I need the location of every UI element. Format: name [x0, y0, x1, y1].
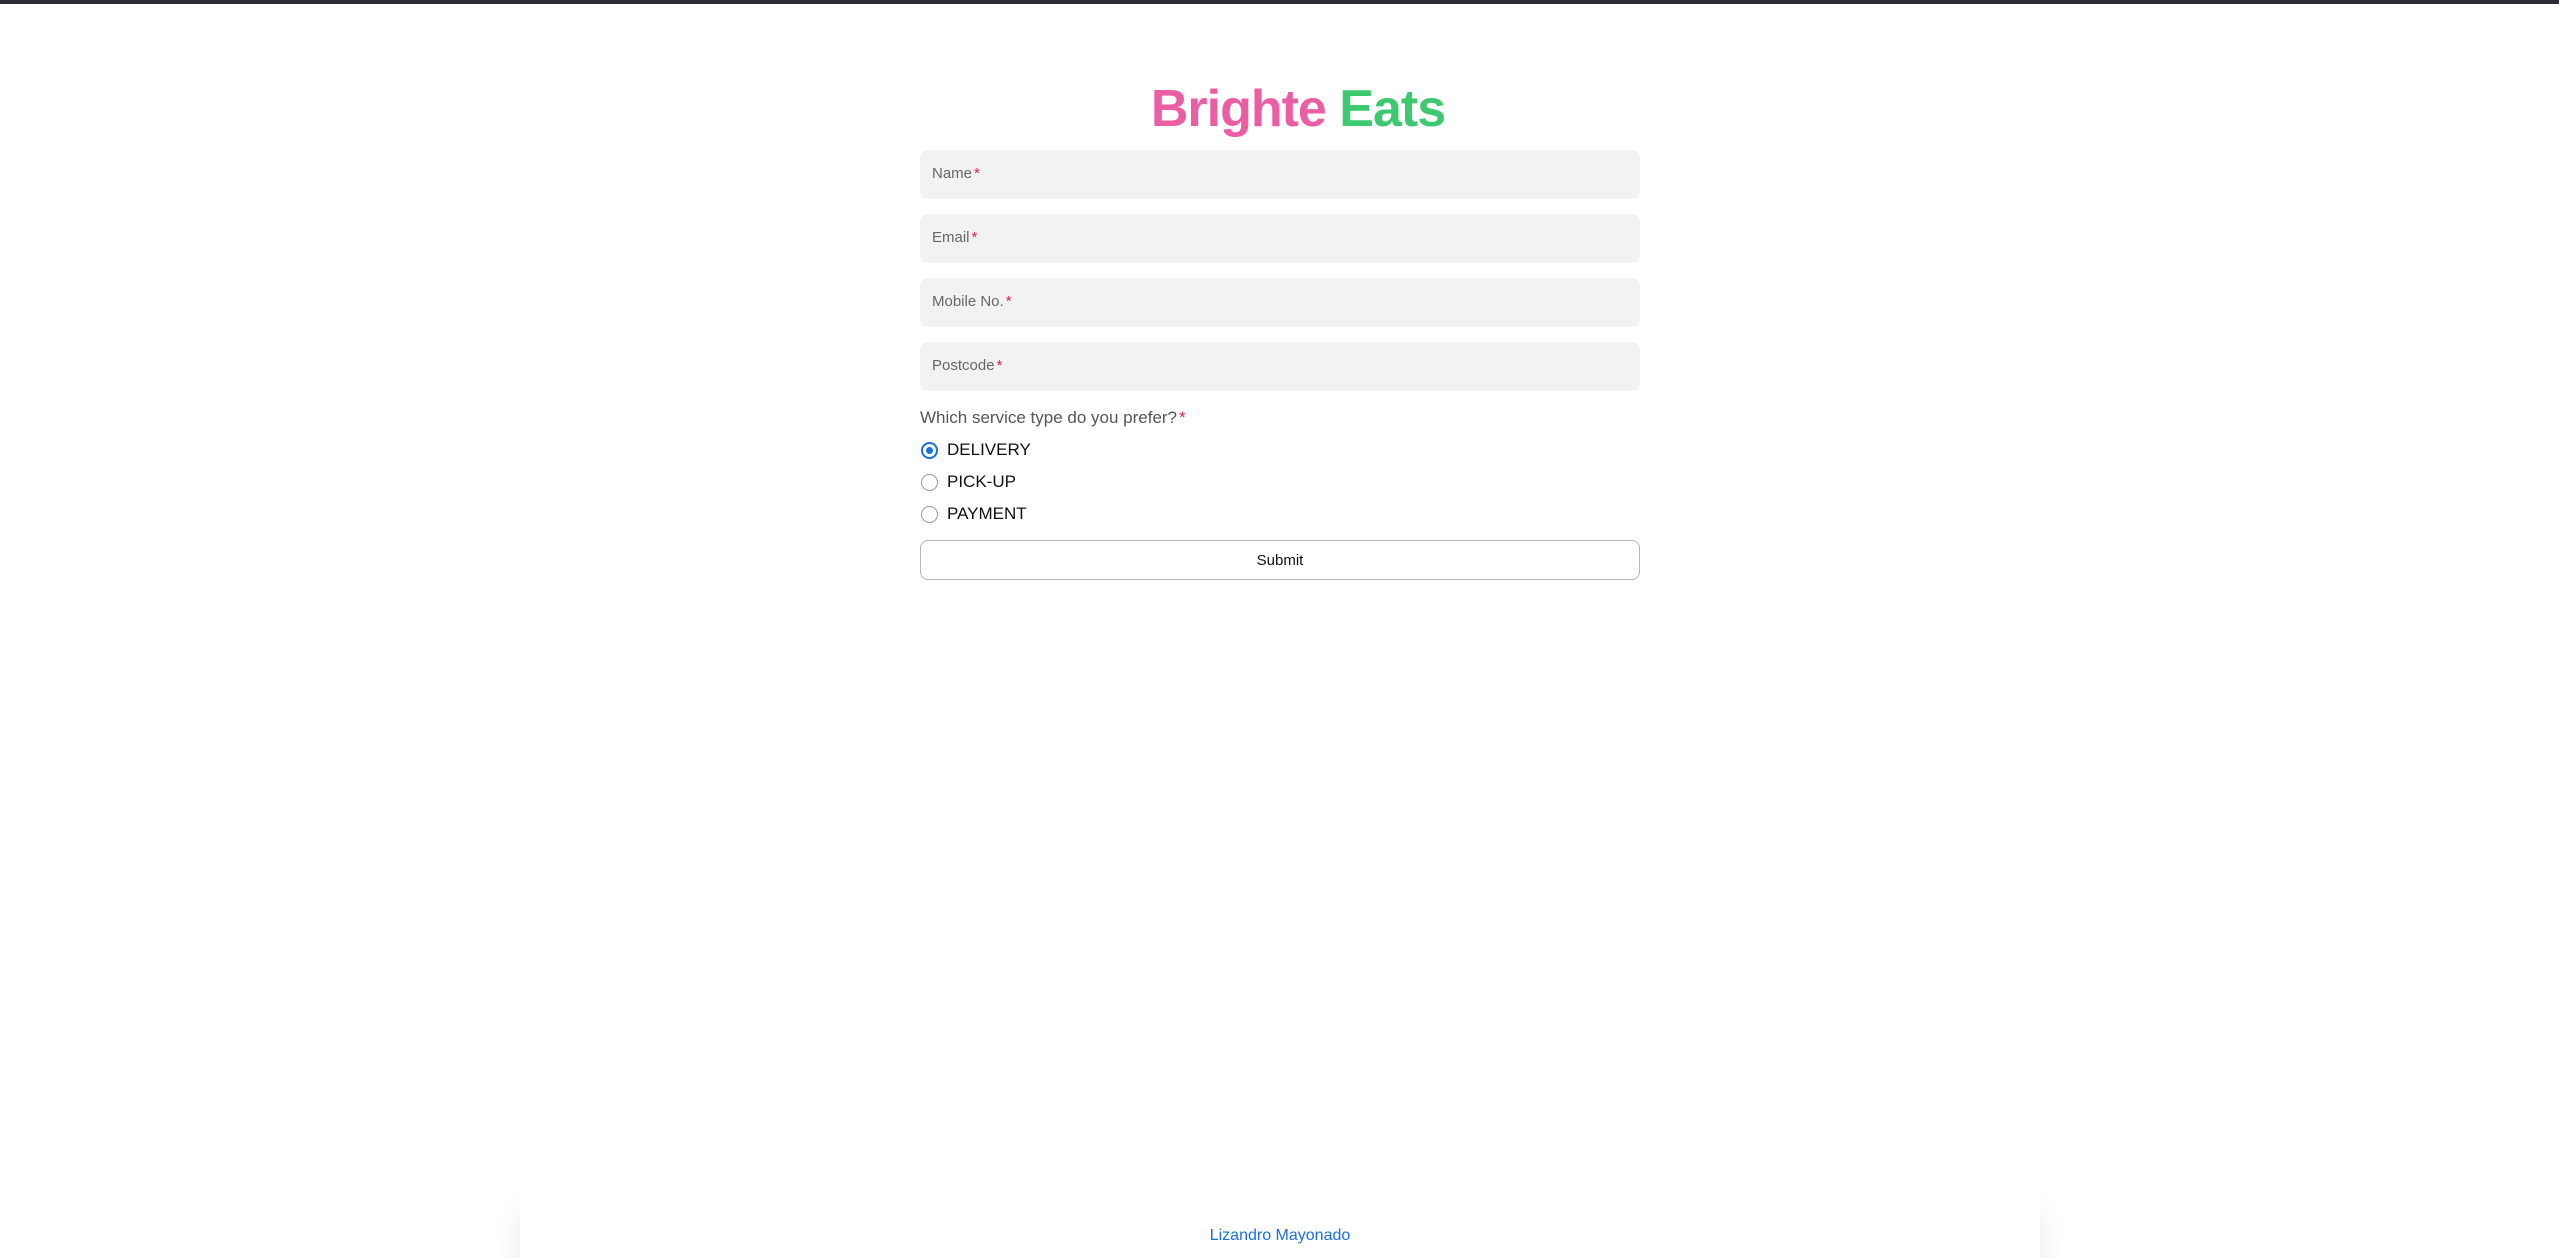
name-input[interactable]	[920, 150, 1644, 201]
radio-label-payment: PAYMENT	[947, 504, 1027, 523]
author-link[interactable]: Lizandro Mayonado	[520, 1227, 2040, 1245]
footer: Lizandro Mayonado	[520, 1180, 2040, 1258]
radio-option-payment[interactable]: PAYMENT	[920, 498, 1640, 530]
email-input[interactable]	[920, 214, 1644, 265]
radio-delivery[interactable]	[921, 441, 938, 459]
submit-button[interactable]: Submit	[920, 540, 1640, 580]
brand-name-part2: Eats	[1339, 80, 1446, 138]
radio-label-delivery: DELIVERY	[947, 440, 1031, 459]
postcode-input[interactable]	[920, 342, 1644, 393]
name-field[interactable]: Name *	[920, 150, 1644, 201]
radio-pickup[interactable]	[921, 473, 938, 491]
radio-option-delivery[interactable]: DELIVERY	[920, 434, 1640, 466]
mobile-field[interactable]: Mobile No. *	[920, 278, 1644, 329]
radio-payment[interactable]	[921, 505, 938, 523]
radio-option-pickup[interactable]: PICK-UP	[920, 466, 1640, 498]
mobile-input[interactable]	[920, 278, 1644, 329]
brand-logo: Brighte Eats	[956, 78, 1640, 140]
brand-name-part1: Brighte	[1150, 80, 1327, 138]
radio-label-pickup: PICK-UP	[947, 472, 1016, 491]
email-field[interactable]: Email *	[920, 214, 1644, 265]
top-border	[0, 0, 2559, 4]
postcode-field[interactable]: Postcode *	[920, 342, 1644, 393]
signup-form: Brighte Eats Name * Email * Mobile No. * Po…	[920, 78, 1644, 580]
service-type-question: Which service type do you prefer? *	[920, 408, 1186, 427]
